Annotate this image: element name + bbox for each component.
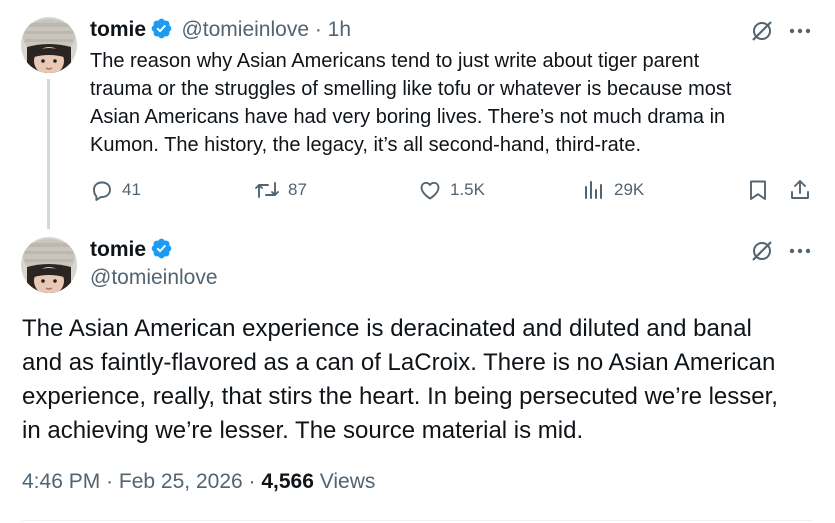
bookmark-icon[interactable] <box>746 178 770 202</box>
views-label: Views <box>319 470 376 493</box>
handle[interactable]: @tomieinlove <box>90 266 218 290</box>
separator: · <box>106 470 114 493</box>
handle[interactable]: @tomieinlove <box>181 18 309 41</box>
grok-icon[interactable] <box>750 239 774 263</box>
view-count: 29K <box>614 180 645 199</box>
tweet-meta: 4:46 PM · Feb 25, 2026 · 4,566 Views <box>22 470 375 494</box>
timestamp[interactable]: · 1h <box>315 18 351 41</box>
repost-count: 87 <box>288 180 307 199</box>
text-line: The reason why Asian Americans tend to j… <box>90 50 700 72</box>
text-line: experience, really, that stirs the heart… <box>22 383 778 410</box>
views-icon <box>585 181 602 199</box>
main-tweet-text: The Asian American experience is deracin… <box>22 312 812 448</box>
main-tweet-header: tomie @tomieinlove <box>90 237 218 290</box>
avatar[interactable] <box>21 237 77 293</box>
verified-badge-icon <box>151 18 172 39</box>
display-name[interactable]: tomie <box>90 18 146 41</box>
repost-button[interactable]: 87 <box>254 178 307 202</box>
verified-badge-icon <box>151 238 172 259</box>
like-button[interactable]: 1.5K <box>418 178 485 202</box>
views-count: 4,566 <box>261 470 314 493</box>
text-line: Kumon. The history, the legacy, it’s all… <box>90 134 642 156</box>
more-icon[interactable] <box>788 242 812 260</box>
timestamp[interactable]: 4:46 PM <box>22 470 100 493</box>
text-line: in achieving we’re lesser. The source ma… <box>22 417 584 444</box>
thread-connector-line <box>47 79 50 229</box>
share-icon[interactable] <box>788 178 812 202</box>
text-line: The Asian American experience is deracin… <box>22 315 752 342</box>
display-name[interactable]: tomie <box>90 238 146 261</box>
text-line: Asian Americans have had very boring liv… <box>90 106 726 128</box>
like-count: 1.5K <box>450 180 485 199</box>
reply-icon <box>93 181 111 201</box>
text-line: trauma or the struggles of smelling like… <box>90 78 732 100</box>
parent-tweet-header: tomie @tomieinlove · 1h <box>90 17 351 42</box>
repost-icon <box>255 182 279 198</box>
views-button[interactable]: 29K <box>582 178 644 202</box>
grok-icon[interactable] <box>750 19 774 43</box>
more-icon[interactable] <box>788 22 812 40</box>
like-icon <box>420 181 440 200</box>
reply-count: 41 <box>122 180 141 199</box>
avatar[interactable] <box>21 17 77 73</box>
parent-tweet-text: The reason why Asian Americans tend to j… <box>90 47 810 159</box>
reply-button[interactable]: 41 <box>90 178 141 202</box>
separator: · <box>248 470 256 493</box>
divider <box>22 520 812 521</box>
date[interactable]: Feb 25, 2026 <box>119 470 243 493</box>
text-line: and as faintly-flavored as a can of LaCr… <box>22 349 776 376</box>
